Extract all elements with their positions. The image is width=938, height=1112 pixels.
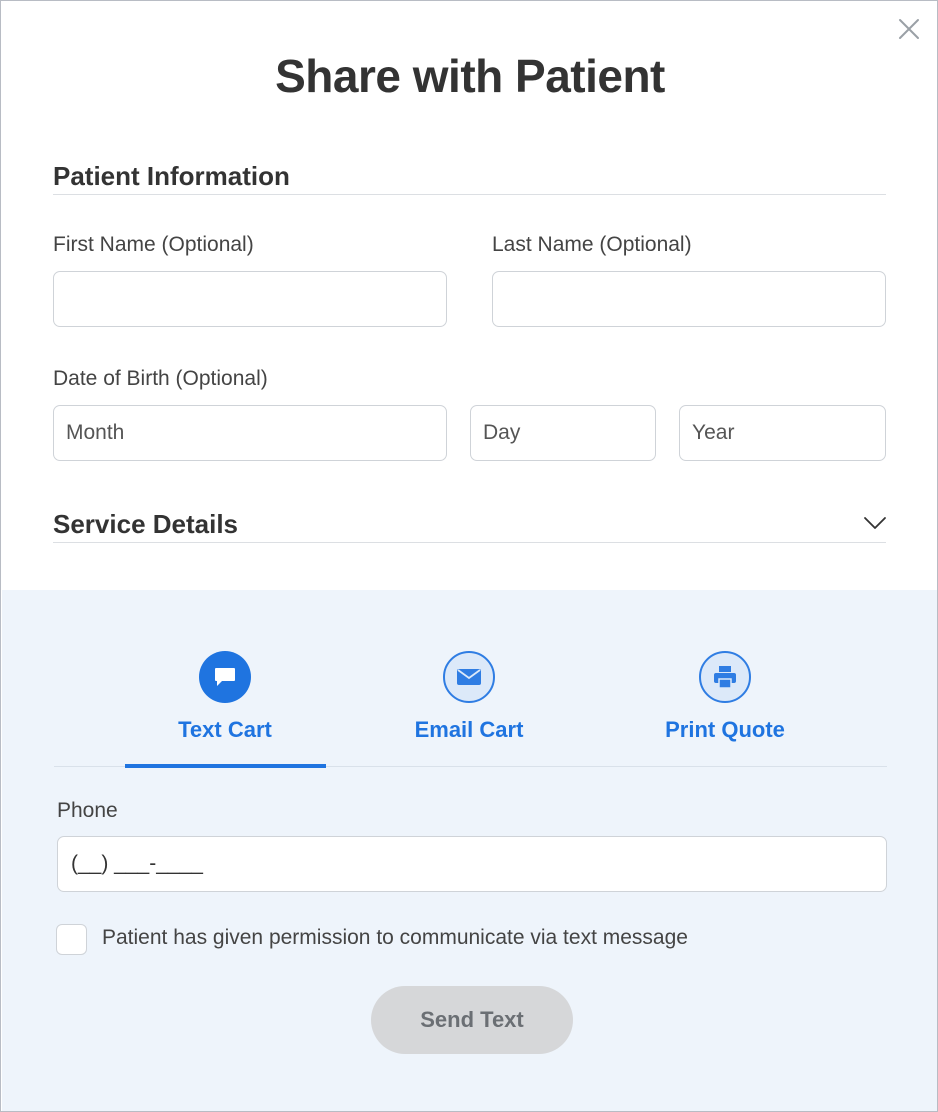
first-name-input[interactable]: [53, 271, 447, 327]
phone-label: Phone: [57, 799, 118, 822]
dob-year-input[interactable]: [679, 405, 886, 461]
close-icon[interactable]: [896, 16, 922, 42]
patient-information-heading: Patient Information: [53, 161, 290, 191]
modal-title: Share with Patient: [275, 50, 665, 102]
dob-day-input[interactable]: [470, 405, 656, 461]
text-permission-checkbox[interactable]: [56, 924, 87, 955]
tab-text-cart-label: Text Cart: [178, 717, 272, 742]
last-name-input[interactable]: [492, 271, 886, 327]
chevron-down-icon[interactable]: [863, 515, 887, 531]
tab-print-quote[interactable]: Print Quote: [625, 651, 825, 743]
date-of-birth-label: Date of Birth (Optional): [53, 367, 268, 390]
envelope-icon: [443, 651, 495, 703]
chat-bubble-icon: [199, 651, 251, 703]
service-details-header[interactable]: Service Details: [53, 509, 886, 543]
tab-print-quote-label: Print Quote: [665, 717, 785, 742]
service-details-heading: Service Details: [53, 509, 239, 539]
patient-information-header: Patient Information: [53, 161, 886, 195]
printer-icon: [699, 651, 751, 703]
first-name-label: First Name (Optional): [53, 233, 254, 256]
text-permission-label: Patient has given permission to communic…: [102, 926, 688, 949]
dob-month-input[interactable]: [53, 405, 447, 461]
last-name-label: Last Name (Optional): [492, 233, 692, 256]
tab-email-cart[interactable]: Email Cart: [369, 651, 569, 743]
phone-input[interactable]: [57, 836, 887, 892]
share-modal: Share with Patient Patient Information F…: [0, 0, 938, 1112]
tab-text-cart[interactable]: Text Cart: [125, 651, 325, 743]
tab-email-cart-label: Email Cart: [414, 717, 524, 742]
active-tab-indicator: [125, 764, 326, 768]
send-text-button[interactable]: Send Text: [371, 986, 573, 1054]
